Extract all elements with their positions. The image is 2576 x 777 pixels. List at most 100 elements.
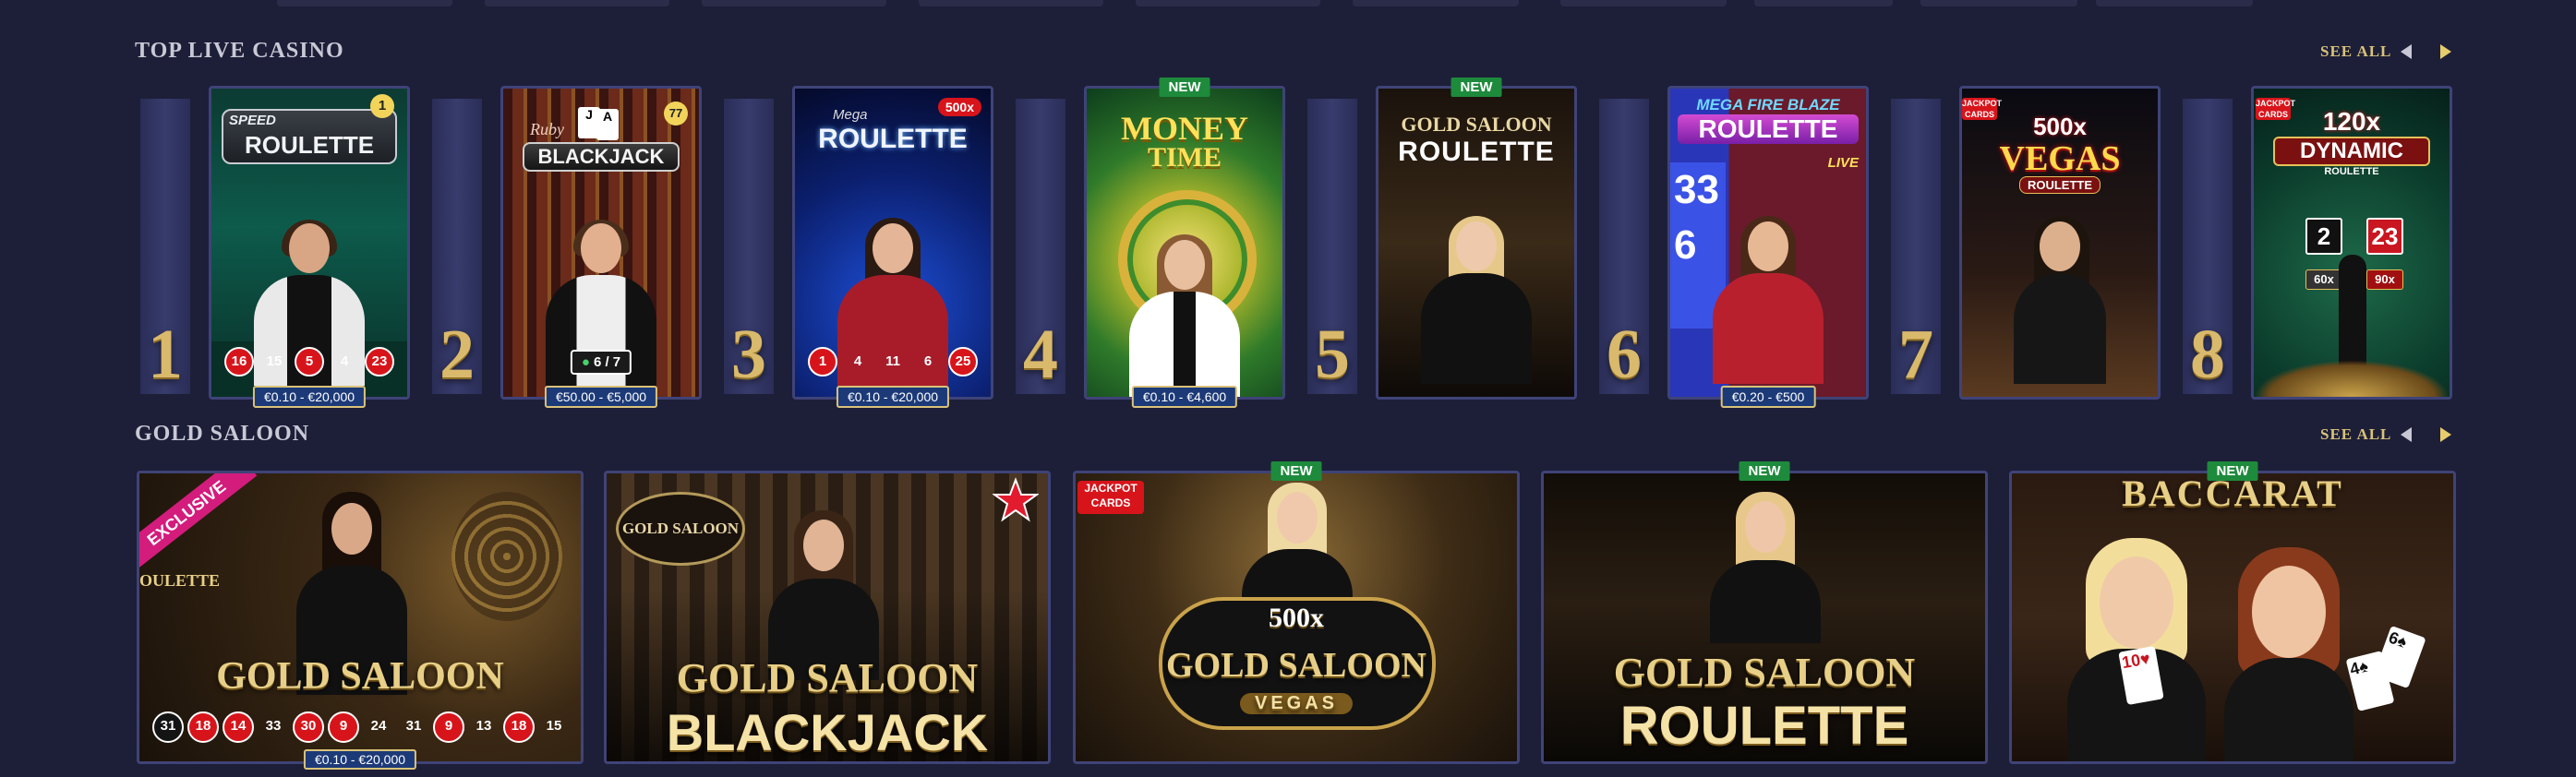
game-card-baccarat[interactable]: BACCARAT 10♥ 6♠ 4♠: [2009, 471, 2456, 764]
top-tab[interactable]: [277, 0, 452, 6]
number-tile: 23: [2366, 218, 2403, 255]
recent-results: 1 4 11 6 25: [808, 347, 978, 377]
logo-prefix: GOLD SALOON: [1401, 113, 1552, 136]
dealer-image: [1710, 492, 1821, 643]
top-tab-strip: [0, 0, 2576, 9]
top-tab[interactable]: [1920, 0, 2077, 6]
top-tab[interactable]: [2096, 0, 2253, 6]
number-tile: 2: [2305, 218, 2342, 255]
card-icon: A: [596, 109, 619, 140]
game-card-gold-saloon-roulette[interactable]: GOLD SALOON ROULETTE: [1541, 471, 1988, 764]
game-logo-line2: ROULETTE: [2324, 166, 2379, 177]
top-tab[interactable]: [1754, 0, 1893, 6]
rank-number: 5: [1315, 316, 1350, 393]
bet-limit-badge: €0.10 - €20,000: [303, 749, 417, 770]
gold-saloon-sign: GOLD SALOON: [616, 492, 745, 566]
logo-prefix: MEGA FIRE BLAZE: [1696, 96, 1840, 114]
rank-number: 4: [1023, 316, 1058, 393]
result-number: 11: [885, 353, 900, 369]
recent-results: 31 18 14 33 30 9 24 31 9 13 18 15: [152, 711, 570, 743]
roulette-wheel-icon: [2254, 360, 2450, 397]
new-badge: NEW: [2207, 461, 2258, 481]
top-tab[interactable]: [919, 0, 1103, 6]
multiplier-badge: 500x: [937, 98, 981, 116]
game-card-mega-roulette[interactable]: Mega ROULETTE 500x 1 4 11 6 25: [792, 86, 993, 400]
user-icon: ●: [581, 354, 590, 370]
game-subtitle: BLACKJACK: [666, 703, 989, 761]
result-number: 31: [405, 718, 422, 734]
prev-arrow-icon[interactable]: [2397, 424, 2417, 445]
new-badge: NEW: [1270, 461, 1322, 481]
game-logo: ROULETTE: [818, 124, 968, 154]
game-card-gold-saloon-blackjack[interactable]: GOLD SALOON GOLD SALOON BLACKJACK: [604, 471, 1051, 764]
logo-prefix: SPEED: [229, 113, 276, 128]
next-arrow-icon[interactable]: [2435, 424, 2455, 445]
result-number: 14: [223, 711, 254, 743]
seats-count: 6 / 7: [593, 354, 621, 370]
bet-limit-badge: €0.10 - €4,600: [1131, 386, 1238, 408]
game-subtitle: VEGAS: [1239, 693, 1354, 714]
game-card-gold-saloon-vegas[interactable]: JACKPOT CARDS 500x GOLD SALOON VEGAS: [1073, 471, 1520, 764]
result-number: 4: [853, 353, 862, 369]
game-card-500x-vegas-roulette[interactable]: JACKPOT CARDS 500x VEGAS ROULETTE: [1959, 86, 2161, 400]
game-card-ruby-blackjack[interactable]: Ruby J A BLACKJACK 77 ● 6 / 7: [500, 86, 702, 400]
dealer-image: [2014, 216, 2106, 384]
new-badge: NEW: [1451, 78, 1502, 97]
result-number: 5: [295, 347, 324, 377]
table-number-badge: 77: [664, 102, 688, 126]
bet-limit-badge: €0.10 - €20,000: [252, 386, 367, 408]
new-badge: NEW: [1159, 78, 1210, 97]
live-label: LIVE: [1827, 155, 1859, 171]
game-title: GOLD SALOON: [216, 655, 504, 698]
game-card-money-time[interactable]: MONEY TIME: [1084, 86, 1285, 400]
game-logo: DYNAMIC: [2273, 137, 2430, 166]
game-card-speed-roulette[interactable]: SPEED ROULETTE 1 16 15 5 4 23: [209, 86, 410, 400]
top-tab[interactable]: [702, 0, 886, 6]
result-number: 30: [293, 711, 324, 743]
game-card-gold-saloon-roulette[interactable]: GOLD SALOON ROULETTE: [1376, 86, 1577, 400]
dealer-image: [1421, 216, 1532, 384]
section-title-top-live-casino: TOP LIVE CASINO: [135, 39, 344, 63]
next-arrow-icon[interactable]: [2435, 42, 2455, 62]
rank-number: 8: [2190, 316, 2225, 393]
section-title-gold-saloon: GOLD SALOON: [135, 422, 310, 446]
dealer-image: [1713, 216, 1824, 384]
logo-prefix: 500x: [2033, 113, 2087, 140]
game-logo: ROULETTE: [1678, 114, 1859, 144]
game-card-120x-dynamic-roulette[interactable]: JACKPOT CARDS 120x DYNAMIC ROULETTE 2 23 …: [2251, 86, 2452, 400]
game-card-mega-fire-blaze-roulette[interactable]: 33 6 MEGA FIRE BLAZE ROULETTE LIVE: [1667, 86, 1869, 400]
see-all-link[interactable]: SEE ALL: [2320, 425, 2391, 444]
rank-number: 7: [1898, 316, 1933, 393]
result-number: 18: [187, 711, 219, 743]
rank-medal-icon: 1: [370, 94, 394, 118]
result-number: 16: [224, 347, 254, 377]
result-number: 15: [266, 353, 283, 369]
top-tab[interactable]: [485, 0, 669, 6]
game-logo: VEGAS: [1999, 139, 2121, 178]
game-card-gold-saloon-roulette-exclusive[interactable]: EXCLUSIVE OULETTE GOLD SALOON 31 18 14 3…: [137, 471, 584, 764]
result-number: 4: [340, 353, 349, 369]
prev-arrow-icon[interactable]: [2397, 42, 2417, 62]
multiplier-label: 500x: [1269, 603, 1324, 633]
top-tab[interactable]: [1560, 0, 1727, 6]
result-number: 25: [948, 347, 978, 377]
result-number: 9: [433, 711, 464, 743]
result-number: 31: [152, 711, 184, 743]
top-tab[interactable]: [1136, 0, 1320, 6]
recent-results: 16 15 5 4 23: [224, 347, 394, 377]
bet-limit-badge: €0.20 - €500: [1720, 386, 1816, 408]
game-logo: ROULETTE: [244, 131, 375, 159]
rank-number: 1: [148, 316, 183, 393]
game-title: GOLD SALOON: [1613, 650, 1916, 695]
bet-limit-badge: €50.00 - €5,000: [544, 386, 658, 408]
top-tab[interactable]: [1353, 0, 1519, 6]
logo-prefix: 120x: [2322, 107, 2381, 136]
game-logo-line2: ROULETTE: [2018, 176, 2101, 194]
new-badge: NEW: [1739, 461, 1790, 481]
side-logo-text: OULETTE: [139, 571, 221, 590]
dealer-image: [2224, 547, 2353, 761]
star-icon: [993, 477, 1039, 522]
dealer-image: [1129, 234, 1240, 397]
dealer-image: [2339, 255, 2366, 375]
see-all-link[interactable]: SEE ALL: [2320, 42, 2391, 61]
